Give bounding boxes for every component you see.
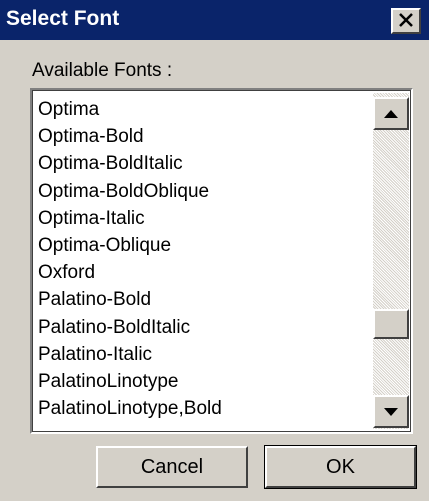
font-list-item[interactable]: Optima — [38, 96, 368, 123]
font-listbox[interactable]: Optima Optima-Bold Optima-BoldItalic Optima… — [30, 88, 413, 434]
font-list-item[interactable]: PalatinoLinotype,Bold — [38, 395, 368, 422]
triangle-up-icon — [384, 105, 398, 123]
font-list-item[interactable]: Optima-BoldOblique — [38, 178, 368, 205]
title-bar[interactable]: Select Font — [0, 0, 429, 40]
scrollbar-thumb[interactable] — [373, 309, 409, 339]
vertical-scrollbar[interactable] — [373, 93, 409, 429]
scroll-down-button[interactable] — [373, 395, 409, 428]
select-font-dialog: Select Font Available Fonts : Optima Opti… — [0, 0, 429, 501]
triangle-down-icon — [384, 403, 398, 421]
font-list-item[interactable]: Optima-BoldItalic — [38, 150, 368, 177]
ok-button[interactable]: OK — [264, 445, 417, 489]
font-list-item[interactable]: Palatino-BoldItalic — [38, 314, 368, 341]
close-button[interactable] — [391, 8, 421, 34]
window-title: Select Font — [6, 7, 120, 30]
font-list: Optima Optima-Bold Optima-BoldItalic Optima… — [38, 96, 368, 422]
font-list-item[interactable]: Palatino-Italic — [38, 341, 368, 368]
font-list-item[interactable]: Palatino-Bold — [38, 286, 368, 313]
close-icon — [398, 11, 414, 31]
scroll-up-button[interactable] — [373, 97, 409, 130]
font-list-item[interactable]: PalatinoLinotype — [38, 368, 368, 395]
cancel-button[interactable]: Cancel — [96, 446, 248, 488]
font-list-item[interactable]: Optima-Oblique — [38, 232, 368, 259]
available-fonts-label: Available Fonts : — [32, 60, 173, 81]
font-list-item[interactable]: Oxford — [38, 259, 368, 286]
font-list-item[interactable]: Optima-Italic — [38, 205, 368, 232]
font-list-item[interactable]: Optima-Bold — [38, 123, 368, 150]
